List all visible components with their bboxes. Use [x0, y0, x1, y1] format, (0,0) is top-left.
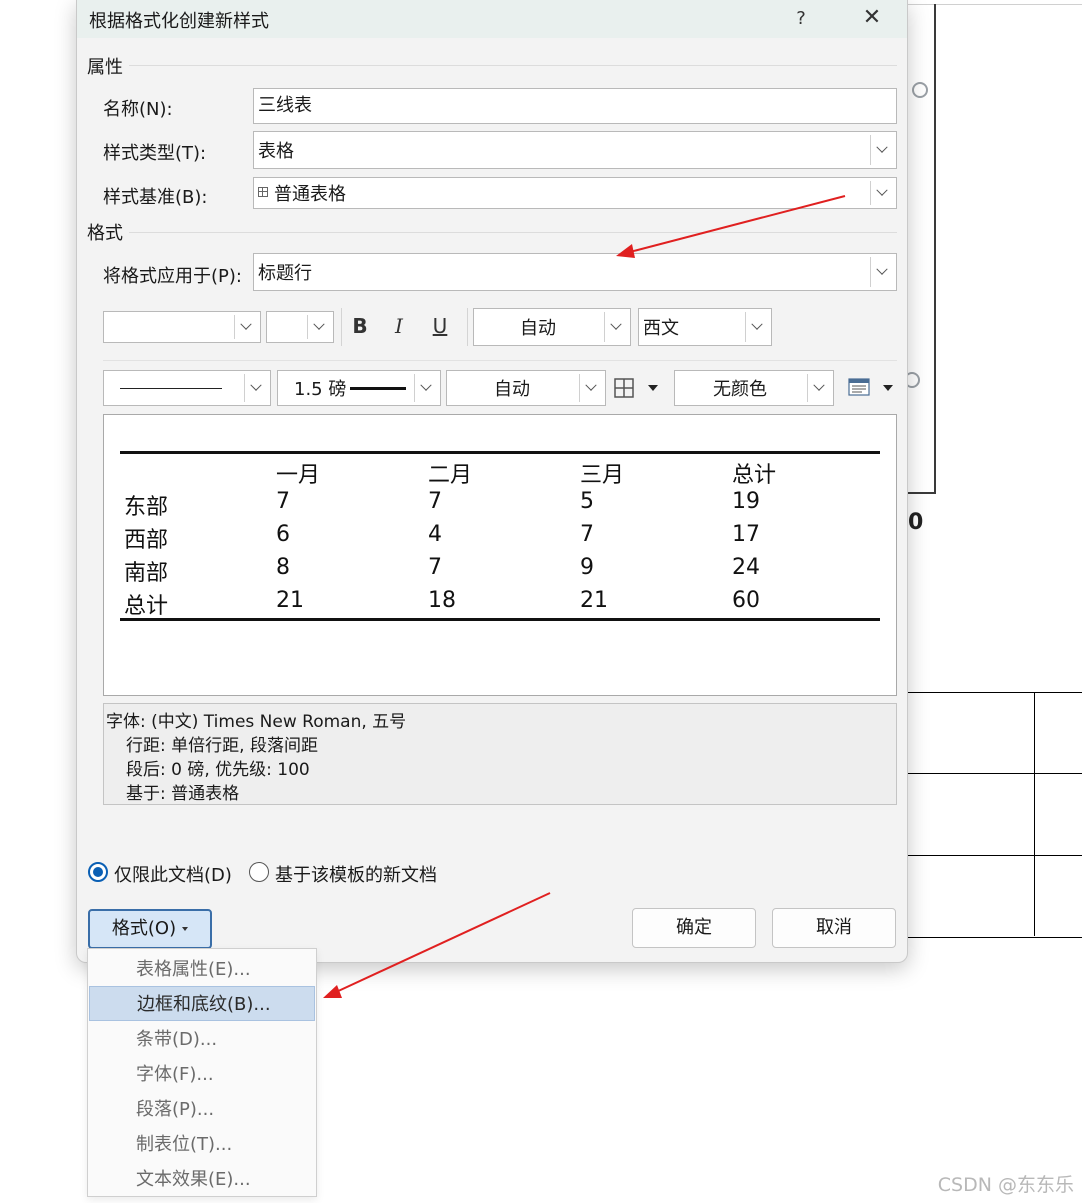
- chevron-down-icon[interactable]: [807, 374, 830, 402]
- menu-item-font[interactable]: 字体(F)...: [89, 1057, 315, 1092]
- name-label: 名称(N):: [103, 99, 173, 120]
- section-divider: [129, 232, 897, 233]
- style-preview: 一月 二月 三月 总计 东部 7 7 5 19 西部 6 4 7 17 南部 8…: [103, 414, 897, 696]
- apply-to-select[interactable]: 标题行: [253, 253, 897, 291]
- description-line: 行距: 单倍行距, 段落间距: [126, 736, 318, 756]
- this-document-radio[interactable]: [88, 862, 108, 882]
- border-width-select[interactable]: 1.5 磅: [277, 370, 441, 406]
- bg-marker-icon: [912, 82, 928, 98]
- chevron-down-icon[interactable]: [745, 312, 768, 342]
- line-style-sample: [120, 388, 222, 389]
- properties-section-title: 属性: [87, 57, 123, 78]
- toolbar-separator: [467, 308, 468, 346]
- italic-button[interactable]: I: [385, 309, 413, 343]
- caret-down-icon[interactable]: [883, 385, 893, 391]
- bold-button[interactable]: B: [346, 309, 374, 343]
- border-color-select[interactable]: 自动: [446, 370, 606, 406]
- chevron-down-icon[interactable]: [244, 374, 267, 402]
- borders-button[interactable]: [613, 377, 637, 399]
- chevron-down-icon[interactable]: [870, 181, 893, 205]
- border-style-select[interactable]: [103, 370, 271, 406]
- font-name-select[interactable]: [103, 311, 261, 343]
- close-button[interactable]: ✕: [847, 0, 897, 38]
- caret-down-icon: [182, 927, 189, 931]
- underline-button[interactable]: U: [426, 309, 454, 343]
- top-rule: [120, 451, 880, 454]
- toolbar-divider: [103, 360, 897, 361]
- template-docs-label[interactable]: 基于该模板的新文档: [275, 861, 437, 887]
- cell-align-icon: [848, 378, 870, 396]
- style-description: 字体: (中文) Times New Roman, 五号 行距: 单倍行距, 段…: [103, 703, 897, 805]
- title-bar: 根据格式化创建新样式 ? ✕: [77, 0, 907, 38]
- bg-table-col-line: [1034, 692, 1035, 936]
- line-width-sample: [350, 387, 406, 390]
- menu-item-tabs[interactable]: 制表位(T)...: [89, 1127, 315, 1162]
- style-base-select[interactable]: 普通表格: [253, 177, 897, 209]
- font-size-select[interactable]: [266, 311, 334, 343]
- script-select[interactable]: 西文: [638, 308, 772, 346]
- bg-axis-digit: 0: [908, 510, 924, 535]
- menu-item-text-effects[interactable]: 文本效果(E)...: [89, 1162, 315, 1197]
- section-divider: [129, 65, 897, 66]
- shading-select[interactable]: 无颜色: [674, 370, 834, 406]
- description-line: 字体: (中文) Times New Roman, 五号: [106, 712, 407, 732]
- menu-item-table-properties[interactable]: 表格属性(E)...: [89, 952, 315, 987]
- name-input[interactable]: 三线表: [253, 88, 897, 124]
- style-type-label: 样式类型(T):: [103, 143, 207, 164]
- bg-table-row-line: [906, 773, 1082, 774]
- chevron-down-icon[interactable]: [234, 315, 257, 339]
- help-button[interactable]: ?: [781, 0, 821, 38]
- create-style-dialog: 根据格式化创建新样式 ? ✕ 属性 名称(N): 三线表 样式类型(T): 表格…: [76, 0, 908, 963]
- chevron-down-icon[interactable]: [307, 315, 330, 339]
- chevron-down-icon[interactable]: [579, 374, 602, 402]
- caret-down-icon[interactable]: [648, 385, 658, 391]
- alignment-button[interactable]: [848, 377, 872, 399]
- table-grid-icon: [258, 187, 268, 197]
- style-type-select[interactable]: 表格: [253, 131, 897, 169]
- watermark: CSDN @东东乐: [937, 1174, 1074, 1196]
- menu-item-borders-shading[interactable]: 边框和底纹(B)...: [89, 986, 315, 1021]
- this-document-label[interactable]: 仅限此文档(D): [114, 861, 232, 887]
- cancel-button[interactable]: 取消: [772, 908, 896, 948]
- description-line: 段后: 0 磅, 优先级: 100: [126, 760, 310, 780]
- menu-item-paragraph[interactable]: 段落(P)...: [89, 1092, 315, 1127]
- chevron-down-icon[interactable]: [604, 312, 627, 342]
- dialog-title: 根据格式化创建新样式: [89, 11, 269, 32]
- font-color-select[interactable]: 自动: [473, 308, 631, 346]
- bg-table-row-line: [906, 855, 1082, 856]
- border-grid-icon: [614, 378, 634, 398]
- format-menu-button[interactable]: 格式(O): [88, 909, 212, 949]
- bottom-rule: [120, 618, 880, 621]
- description-line: 基于: 普通表格: [126, 784, 240, 804]
- chevron-down-icon[interactable]: [414, 374, 437, 402]
- apply-to-label: 将格式应用于(P):: [103, 266, 242, 287]
- format-dropdown-menu: 表格属性(E)... 边框和底纹(B)... 条带(D)... 字体(F)...…: [87, 948, 317, 1197]
- format-section-title: 格式: [87, 223, 123, 244]
- toolbar-separator: [341, 308, 342, 346]
- bg-chart-frame: [906, 4, 936, 494]
- template-docs-radio[interactable]: [249, 862, 269, 882]
- chevron-down-icon[interactable]: [870, 135, 893, 165]
- bg-table: [906, 692, 1082, 938]
- menu-item-banding[interactable]: 条带(D)...: [89, 1022, 315, 1057]
- style-base-label: 样式基准(B):: [103, 187, 208, 208]
- ok-button[interactable]: 确定: [632, 908, 756, 948]
- chevron-down-icon[interactable]: [870, 257, 893, 287]
